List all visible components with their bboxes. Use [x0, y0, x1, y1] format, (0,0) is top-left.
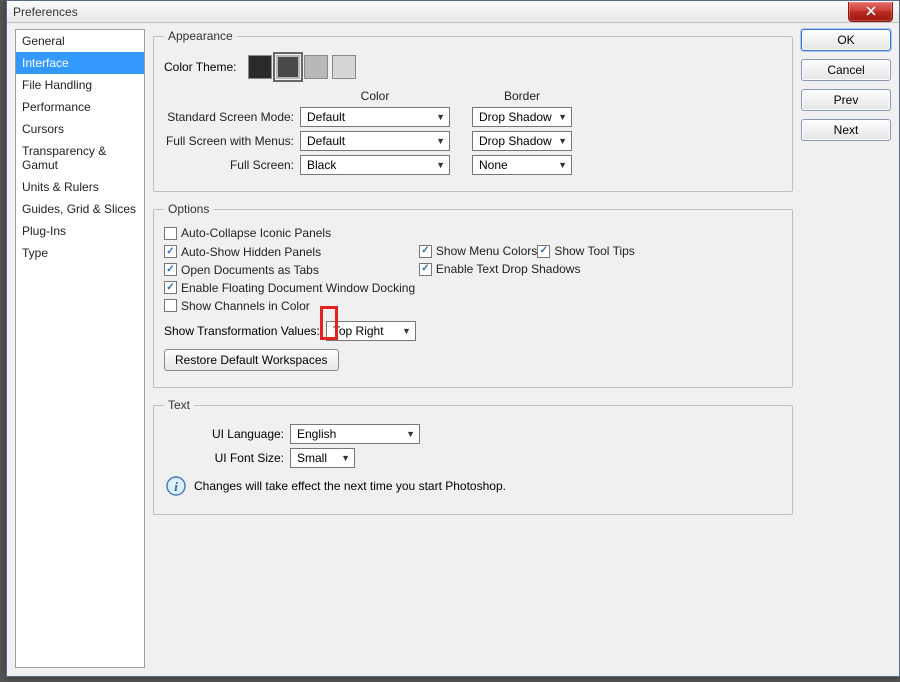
- sidebar-item-transparency-gamut[interactable]: Transparency & Gamut: [16, 140, 144, 176]
- checkbox-label: Show Channels in Color: [181, 299, 310, 313]
- checkbox-box: [164, 299, 177, 312]
- transform-values-select[interactable]: Top Right ▼: [326, 321, 416, 341]
- sidebar-item-cursors[interactable]: Cursors: [16, 118, 144, 140]
- checkbox-label: Enable Floating Document Window Docking: [181, 281, 415, 295]
- ui-language-label: UI Language:: [164, 427, 284, 441]
- checkbox-box: [537, 245, 550, 258]
- checkbox-box: [419, 263, 432, 276]
- titlebar: Preferences: [7, 1, 899, 23]
- checkbox-label: Show Menu Colors: [436, 244, 537, 258]
- checkbox-label: Show Tool Tips: [554, 244, 635, 258]
- sidebar-item-type[interactable]: Type: [16, 242, 144, 264]
- client-area: GeneralInterfaceFile HandlingPerformance…: [15, 29, 891, 668]
- ok-button[interactable]: OK: [801, 29, 891, 51]
- text-legend: Text: [164, 398, 194, 412]
- chevron-down-icon: ▼: [436, 136, 445, 146]
- column-header-color: Color: [300, 89, 450, 103]
- svg-text:i: i: [174, 479, 178, 494]
- ui-font-size-select[interactable]: Small ▼: [290, 448, 355, 468]
- checkbox-label: Auto-Collapse Iconic Panels: [181, 226, 331, 240]
- options-group: Options Auto-Collapse Iconic Panels Auto-…: [153, 202, 793, 388]
- chevron-down-icon: ▼: [341, 453, 350, 463]
- transform-values-label: Show Transformation Values:: [164, 324, 320, 338]
- column-header-border: Border: [472, 89, 572, 103]
- chevron-down-icon: ▼: [558, 136, 567, 146]
- color-theme-swatch[interactable]: [304, 55, 328, 79]
- checkbox-box: [164, 281, 177, 294]
- checkbox-show-menu-colors[interactable]: Show Menu Colors: [419, 244, 537, 258]
- sidebar-item-plug-ins[interactable]: Plug-Ins: [16, 220, 144, 242]
- checkbox-label: Open Documents as Tabs: [181, 263, 319, 277]
- checkbox-enable-floating-document-window-docking[interactable]: Enable Floating Document Window Docking: [164, 281, 415, 295]
- screen-mode-border-select[interactable]: Drop Shadow▼: [472, 107, 572, 127]
- close-button[interactable]: [848, 2, 893, 22]
- settings-panel: Appearance Color Theme: Color Border Sta…: [153, 29, 793, 668]
- chevron-down-icon: ▼: [558, 160, 567, 170]
- chevron-down-icon: ▼: [402, 326, 411, 336]
- chevron-down-icon: ▼: [558, 112, 567, 122]
- screen-mode-border-select[interactable]: Drop Shadow▼: [472, 131, 572, 151]
- appearance-legend: Appearance: [164, 29, 237, 43]
- chevron-down-icon: ▼: [436, 112, 445, 122]
- next-button[interactable]: Next: [801, 119, 891, 141]
- color-theme-swatch[interactable]: [332, 55, 356, 79]
- checkbox-box: [164, 227, 177, 240]
- screen-mode-color-select[interactable]: Default▼: [300, 131, 450, 151]
- window-title: Preferences: [13, 5, 78, 19]
- checkbox-show-channels-in-color[interactable]: Show Channels in Color: [164, 299, 310, 313]
- restart-info-text: Changes will take effect the next time y…: [194, 479, 506, 493]
- checkbox-show-tool-tips[interactable]: Show Tool Tips: [537, 244, 635, 258]
- screen-mode-label: Full Screen with Menus:: [164, 134, 294, 148]
- dialog-buttons: OK Cancel Prev Next: [801, 29, 891, 668]
- text-group: Text UI Language: English ▼ UI Font Size…: [153, 398, 793, 515]
- checkbox-box: [164, 263, 177, 276]
- sidebar-item-guides-grid-slices[interactable]: Guides, Grid & Slices: [16, 198, 144, 220]
- sidebar-item-file-handling[interactable]: File Handling: [16, 74, 144, 96]
- close-icon: [866, 6, 876, 16]
- screen-mode-border-select[interactable]: None▼: [472, 155, 572, 175]
- info-icon: i: [164, 474, 188, 498]
- screen-mode-label: Full Screen:: [164, 158, 294, 172]
- restore-workspaces-button[interactable]: Restore Default Workspaces: [164, 349, 339, 371]
- chevron-down-icon: ▼: [436, 160, 445, 170]
- prev-button[interactable]: Prev: [801, 89, 891, 111]
- checkbox-auto-collapse-iconic-panels[interactable]: Auto-Collapse Iconic Panels: [164, 226, 331, 240]
- sidebar-item-units-rulers[interactable]: Units & Rulers: [16, 176, 144, 198]
- sidebar-item-interface[interactable]: Interface: [16, 52, 144, 74]
- checkbox-label: Enable Text Drop Shadows: [436, 262, 581, 276]
- screen-mode-color-select[interactable]: Black▼: [300, 155, 450, 175]
- ui-font-size-label: UI Font Size:: [164, 451, 284, 465]
- checkbox-box: [164, 245, 177, 258]
- color-theme-swatch[interactable]: [276, 55, 300, 79]
- sidebar-item-performance[interactable]: Performance: [16, 96, 144, 118]
- options-legend: Options: [164, 202, 213, 216]
- category-sidebar: GeneralInterfaceFile HandlingPerformance…: [15, 29, 145, 668]
- screen-mode-color-select[interactable]: Default▼: [300, 107, 450, 127]
- checkbox-enable-text-drop-shadows[interactable]: Enable Text Drop Shadows: [419, 262, 581, 276]
- appearance-group: Appearance Color Theme: Color Border Sta…: [153, 29, 793, 192]
- sidebar-item-general[interactable]: General: [16, 30, 144, 52]
- color-theme-swatch[interactable]: [248, 55, 272, 79]
- checkbox-open-documents-as-tabs[interactable]: Open Documents as Tabs: [164, 263, 319, 277]
- chevron-down-icon: ▼: [406, 429, 415, 439]
- checkbox-auto-show-hidden-panels[interactable]: Auto-Show Hidden Panels: [164, 245, 321, 259]
- color-theme-label: Color Theme:: [164, 60, 236, 74]
- ui-language-select[interactable]: English ▼: [290, 424, 420, 444]
- screen-mode-label: Standard Screen Mode:: [164, 110, 294, 124]
- cancel-button[interactable]: Cancel: [801, 59, 891, 81]
- preferences-window: Preferences GeneralInterfaceFile Handlin…: [6, 0, 900, 677]
- checkbox-box: [419, 245, 432, 258]
- checkbox-label: Auto-Show Hidden Panels: [181, 245, 321, 259]
